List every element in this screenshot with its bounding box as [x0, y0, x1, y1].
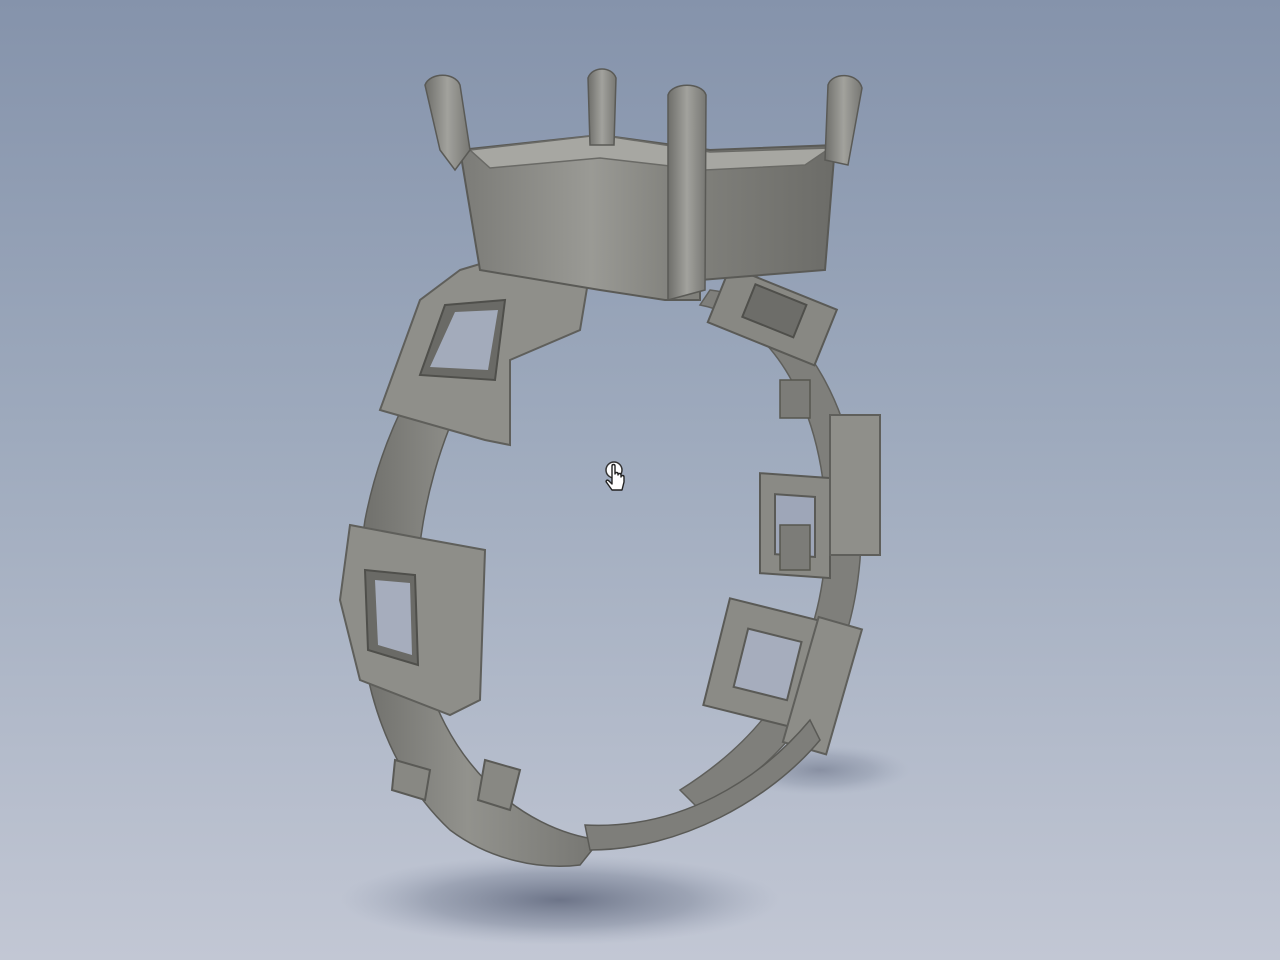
ring-head-setting [458, 133, 837, 301]
ground-shadow [340, 855, 780, 945]
ring-band-back [678, 265, 881, 811]
hand-pointer-rotate-icon [605, 461, 625, 491]
graphics-viewport[interactable] [0, 0, 1280, 960]
ring-model-view[interactable] [0, 0, 1280, 960]
